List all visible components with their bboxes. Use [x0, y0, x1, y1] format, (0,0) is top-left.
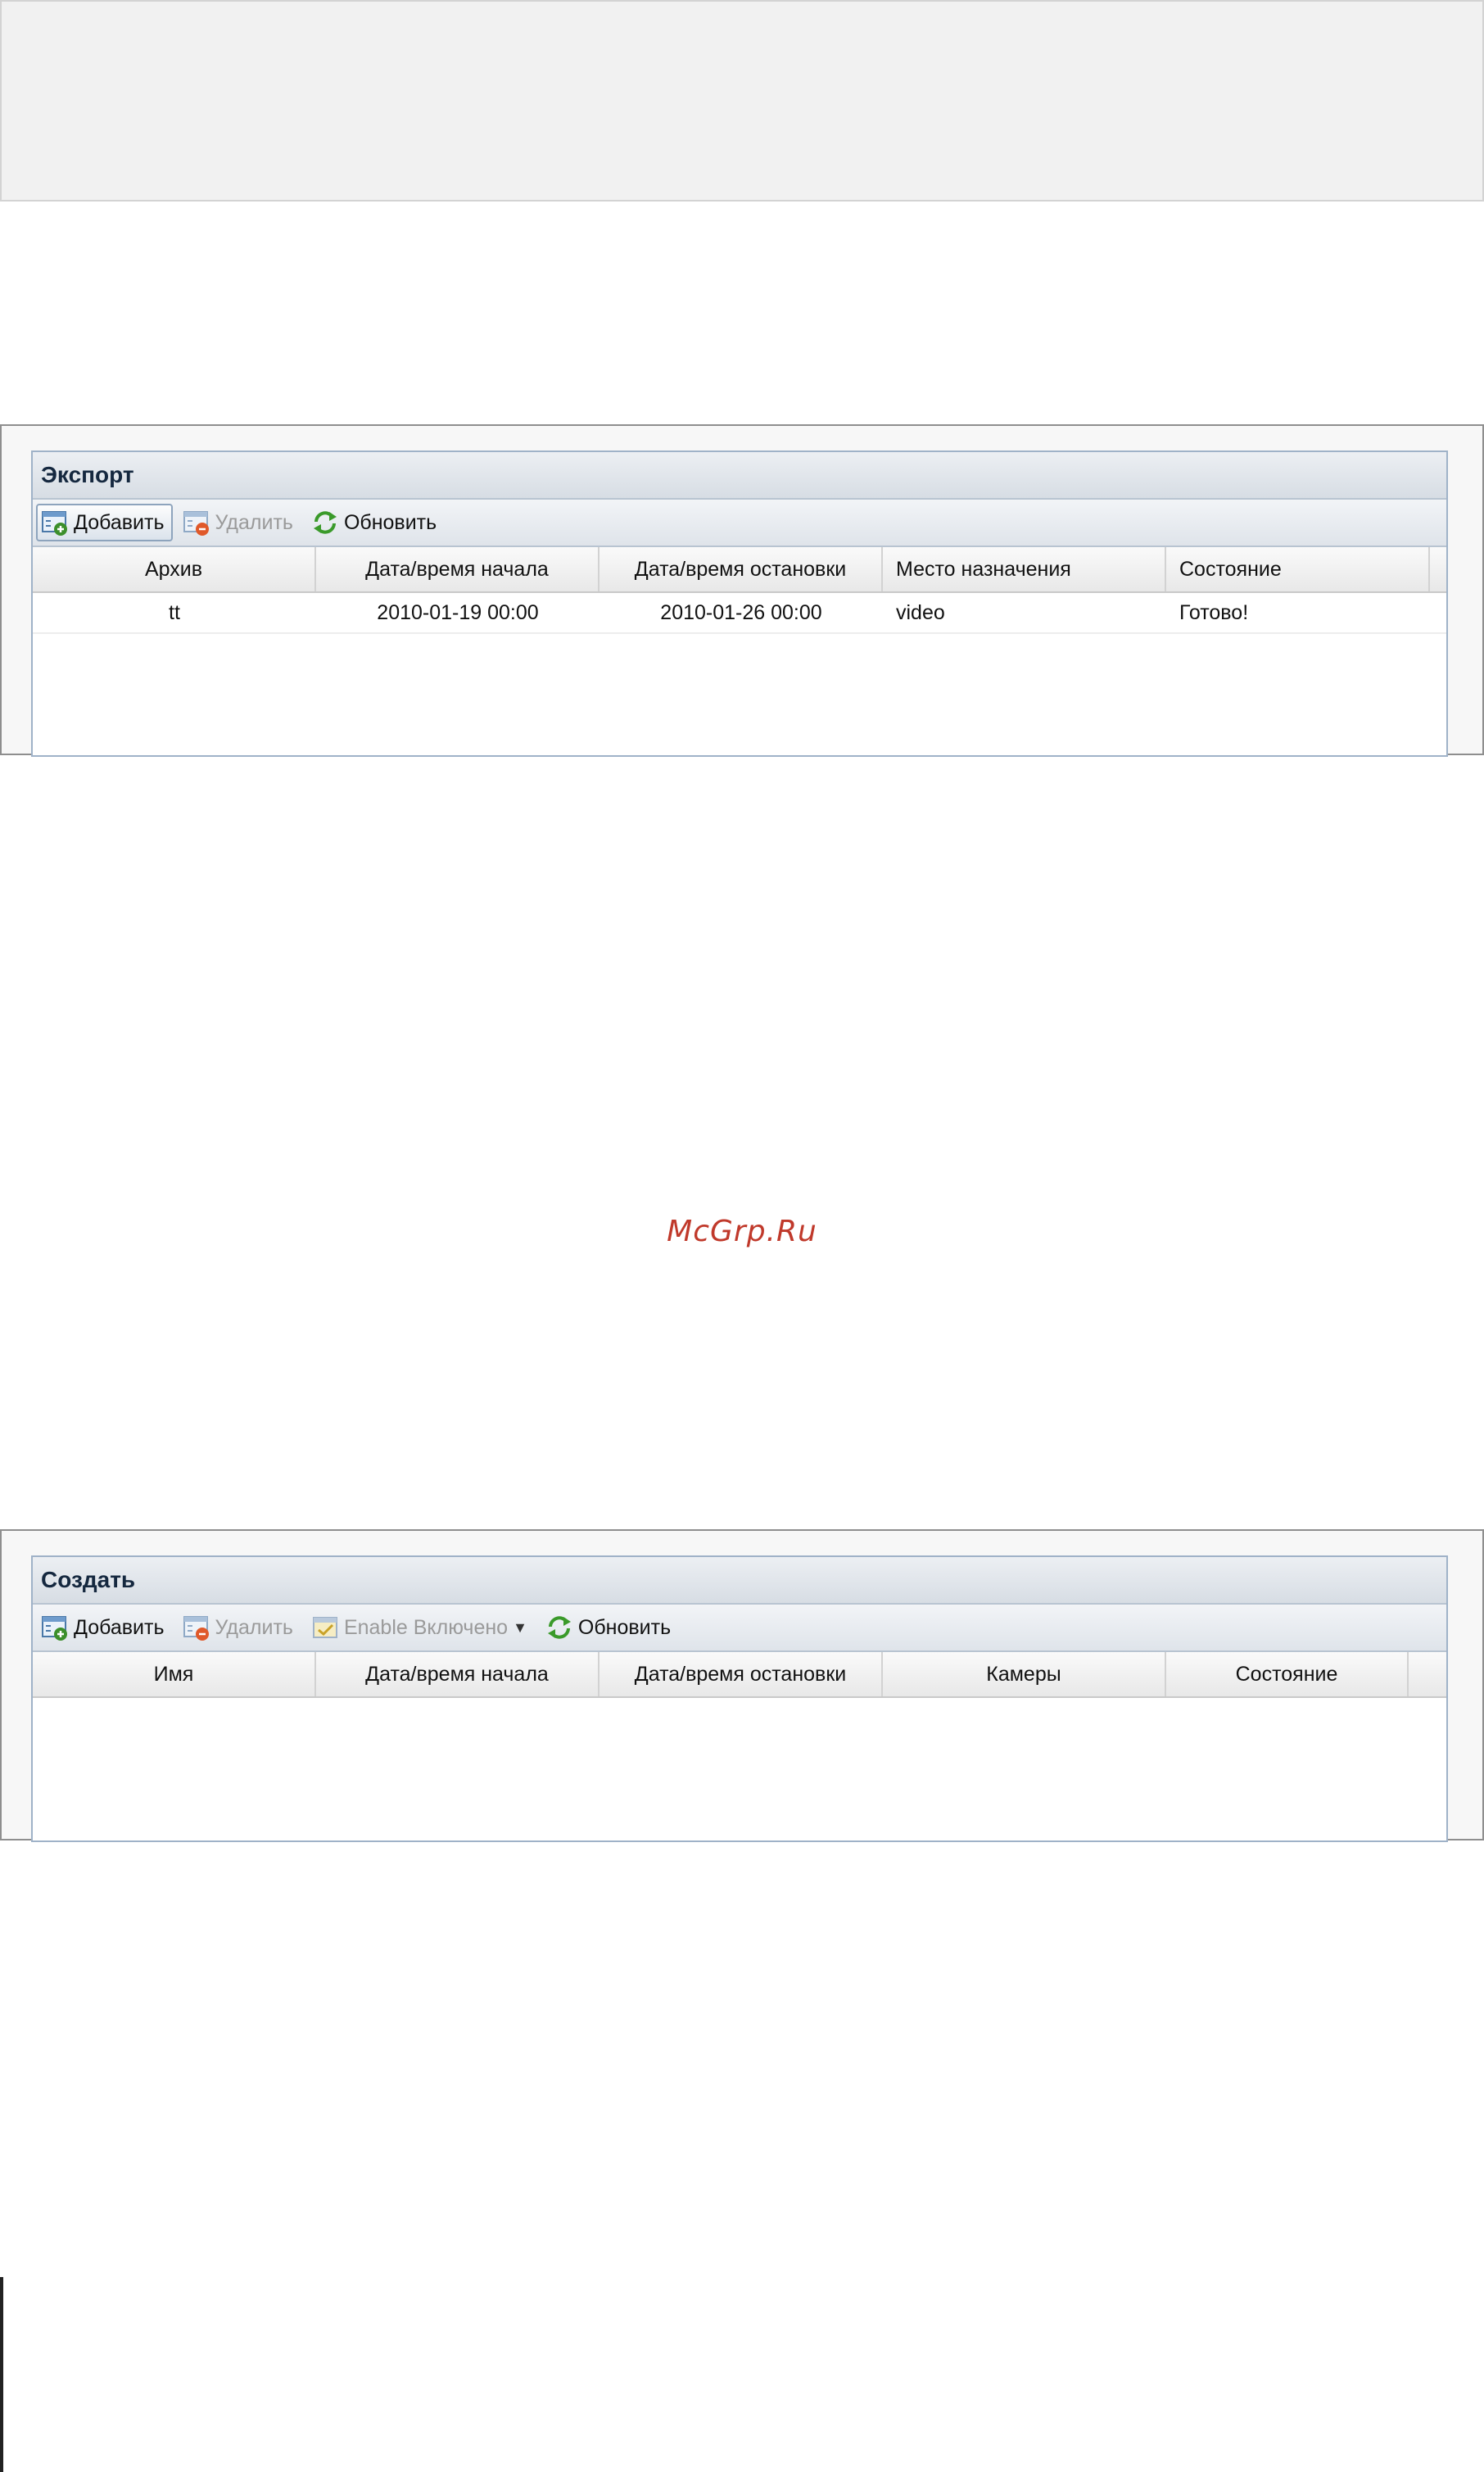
chevron-down-icon: ▼ — [513, 1619, 527, 1636]
export-add-button[interactable]: Добавить — [36, 504, 173, 541]
create-refresh-label: Обновить — [577, 1615, 672, 1639]
create-refresh-button[interactable]: Обновить — [541, 1609, 679, 1646]
export-toolbar: Добавить Удалить Обновить — [33, 500, 1446, 547]
cell-start: 2010-01-19 00:00 — [377, 601, 539, 624]
create-grid-header: Имя Дата/время начала Дата/время останов… — [33, 1652, 1446, 1698]
column-header-start[interactable]: Дата/время начала — [316, 547, 599, 591]
create-screenshot: Создать Добавить Удалить Enable Включено… — [0, 1529, 1484, 1842]
column-header-state[interactable]: Состояние — [1166, 1652, 1409, 1696]
create-enable-dropdown[interactable]: Enable Включено ▼ — [306, 1609, 536, 1646]
cell-stop: 2010-01-26 00:00 — [660, 601, 822, 624]
export-screenshot: Экспорт Добавить Удалить Обновить Архив … — [0, 424, 1484, 757]
column-header-cameras[interactable]: Камеры — [883, 1652, 1166, 1696]
delete-list-icon — [183, 511, 209, 536]
cell-archive: tt — [169, 601, 180, 624]
export-add-label: Добавить — [74, 510, 165, 534]
top-blank-frame — [0, 0, 1484, 201]
margin-rule — [0, 2277, 3, 2472]
create-add-button[interactable]: Добавить — [36, 1609, 173, 1646]
export-grid-header: Архив Дата/время начала Дата/время остан… — [33, 547, 1446, 593]
watermark-text: McGrp.Ru — [667, 1215, 817, 1248]
create-enable-label: Enable Включено — [343, 1615, 509, 1639]
create-panel: Создать Добавить Удалить Enable Включено… — [31, 1555, 1448, 1842]
create-add-label: Добавить — [74, 1615, 165, 1639]
column-header-stop[interactable]: Дата/время остановки — [599, 547, 883, 591]
create-delete-label: Удалить — [215, 1615, 293, 1639]
export-refresh-label: Обновить — [343, 510, 437, 534]
export-delete-label: Удалить — [215, 510, 293, 534]
column-header-state[interactable]: Состояние — [1166, 547, 1430, 591]
delete-list-icon — [183, 1616, 209, 1641]
enable-icon — [312, 1617, 337, 1638]
cell-destination: video — [896, 601, 945, 624]
create-toolbar: Добавить Удалить Enable Включено ▼ Обнов… — [33, 1605, 1446, 1652]
column-header-archive[interactable]: Архив — [33, 547, 316, 591]
cell-state: Готово! — [1179, 601, 1249, 624]
export-refresh-button[interactable]: Обновить — [306, 504, 445, 541]
refresh-icon — [313, 511, 337, 534]
export-delete-button[interactable]: Удалить — [178, 504, 301, 541]
column-header-name[interactable]: Имя — [33, 1652, 316, 1696]
table-row[interactable]: tt 2010-01-19 00:00 2010-01-26 00:00 vid… — [33, 593, 1446, 634]
add-list-icon — [42, 1616, 67, 1641]
add-list-icon — [42, 511, 67, 536]
create-panel-title: Создать — [33, 1557, 1446, 1605]
export-panel: Экспорт Добавить Удалить Обновить Архив … — [31, 450, 1448, 757]
export-panel-title: Экспорт — [33, 452, 1446, 500]
column-header-start[interactable]: Дата/время начала — [316, 1652, 599, 1696]
column-header-stop[interactable]: Дата/время остановки — [599, 1652, 883, 1696]
column-header-destination[interactable]: Место назначения — [883, 547, 1166, 591]
create-delete-button[interactable]: Удалить — [178, 1609, 301, 1646]
refresh-icon — [547, 1616, 571, 1639]
